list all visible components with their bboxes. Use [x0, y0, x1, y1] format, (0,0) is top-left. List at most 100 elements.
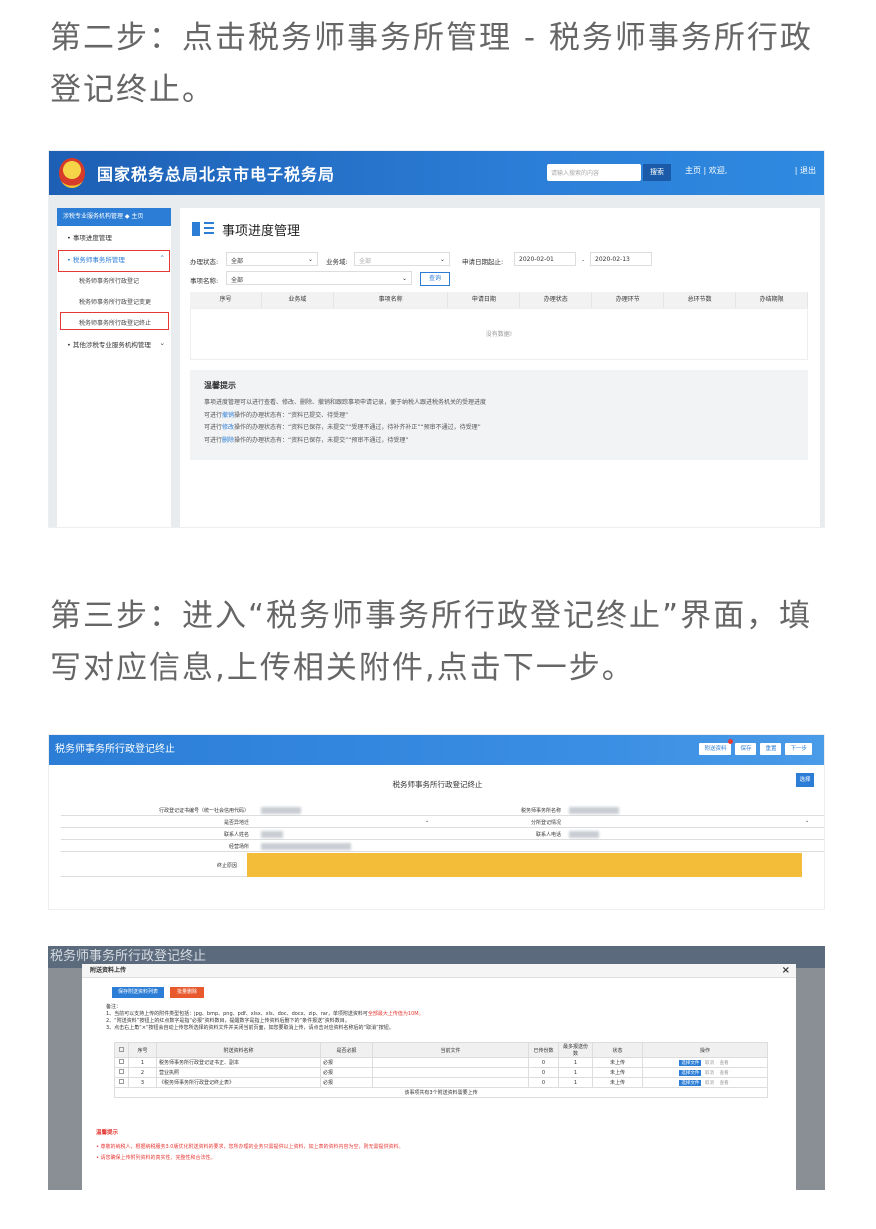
screenshot-termination-form: 税务师事务所行政登记终止 附送资料 保存 重置 下一步 税务师事务所行政登记终止… [48, 734, 825, 910]
choose-file-button[interactable]: 选择文件 [679, 1069, 702, 1076]
sidebar-header[interactable]: 涉税专业服务机构管理 ◆ 主页 [57, 208, 171, 226]
select-button[interactable]: 选择 [796, 773, 814, 787]
domain-label: 业务域: [326, 258, 348, 266]
date-label: 申请日期起止: [462, 258, 504, 266]
table-row: 3 《税务师事务所行政登记终止表》 必报 0 1 未上传 选择文件 取消 查看 [114, 1077, 768, 1088]
highlight-box [60, 312, 169, 330]
tips-title: 温馨提示 [204, 381, 236, 390]
step3-instruction: 第三步：进入“税务师事务所行政登记终止”界面，填写对应信息,上传相关附件,点击下… [50, 598, 813, 686]
search-button[interactable]: 搜索 [643, 164, 671, 181]
view-button[interactable]: 查看 [718, 1070, 731, 1076]
main-panel: 事项进度管理 办理状态: 全部 ⌄ 业务域: 全部 ⌄ 申请日期起止: 2020-0… [180, 208, 820, 527]
chevron-down-icon: ⌄ [401, 275, 407, 282]
step2-instruction: 第二步：点击税务师事务所管理 - 税务师事务所行政登记终止。 [50, 20, 813, 108]
redacted-value [261, 831, 283, 838]
form-row[interactable]: 经营场所 [61, 841, 824, 852]
chevron-down-icon: ⌄ [307, 256, 313, 263]
column-header: 办理环节 [592, 292, 665, 308]
list-icon [192, 222, 214, 236]
badge-dot-icon [728, 739, 734, 744]
next-button[interactable]: 下一步 [785, 743, 812, 755]
sidebar-item-progress[interactable]: • 事项进度管理 [57, 226, 171, 248]
termination-reason-label-cell: 终止原因 [61, 853, 247, 877]
form-row[interactable]: 是否异地迁 ⌄ 分所登记情况 ⌄ [61, 817, 824, 828]
item-name-select[interactable]: 全部 ⌄ [226, 271, 412, 285]
row-checkbox[interactable] [119, 1059, 124, 1064]
row-checkbox[interactable] [119, 1069, 124, 1074]
window-title: 税务师事务所行政登记终止 [55, 744, 175, 755]
home-welcome-link[interactable]: 主页 | 欢迎, [685, 165, 727, 176]
query-button[interactable]: 查询 [420, 272, 450, 286]
save-button[interactable]: 保存 [735, 743, 757, 755]
chevron-down-icon: ⌄ [439, 256, 445, 263]
national-emblem-icon [59, 158, 85, 188]
reset-button[interactable]: 重置 [760, 743, 782, 755]
highlight-box [58, 250, 170, 272]
table-row: 1 税务师事务所行政登记证书正、副本 必报 0 1 未上传 选择文件 取消 查看 [114, 1057, 768, 1068]
date-from-input[interactable]: 2020-02-01 [514, 252, 576, 266]
domain-select[interactable]: 全部 ⌄ [354, 252, 450, 266]
column-header: 申请日期 [448, 292, 521, 308]
form-row: 行政登记证书编号（统一社会信用代码） 税务师事务所名称 [61, 805, 824, 816]
table-header: 序号 附送资料名称 是否必报 当前文件 已传份数 最多报送份数 状态 操作 [114, 1042, 768, 1058]
close-icon[interactable]: × [782, 965, 790, 977]
page-title: 事项进度管理 [222, 224, 301, 239]
status-label: 办理状态: [190, 258, 219, 266]
sidebar-subitem-registration[interactable]: 税务师事务所行政登记 [57, 270, 171, 291]
form-title: 税务师事务所行政登记终止 [392, 780, 483, 789]
warm-tips-list: • 尊敬的纳税人，根据纳税服务3.0版优化附送资料的要求，您所办理的业务只需提供… [96, 1144, 404, 1161]
view-button[interactable]: 查看 [718, 1080, 731, 1086]
tips-panel: 温馨提示 事项进度管理可以进行查看、修改、删除、撤销和跟踪事项申请记录，便于纳税… [190, 370, 808, 460]
item-name-label: 事项名称: [190, 277, 219, 285]
attachment-table: 序号 附送资料名称 是否必报 当前文件 已传份数 最多报送份数 状态 操作 1 … [114, 1042, 768, 1098]
dialog-title: 附送资料上传 [90, 967, 127, 974]
tips-line: 可进行修改操作的办理状态有：“资料已保存，未提交”“受理不通过，待补齐补正”“预… [204, 424, 481, 431]
choose-file-button[interactable]: 选择文件 [679, 1059, 702, 1066]
attachments-button[interactable]: 附送资料 [699, 739, 734, 755]
logout-link[interactable]: | 退出 [795, 165, 816, 176]
column-header: 事项名称 [334, 292, 449, 308]
view-button[interactable]: 查看 [718, 1060, 731, 1066]
dialog-header: 附送资料上传 × [82, 964, 796, 978]
search-input[interactable]: 请输入搜索的内容 [547, 164, 641, 181]
empty-state: 没有数据! [190, 308, 808, 360]
form-row[interactable]: 联系人姓名 联系人电话 [61, 829, 824, 840]
sidebar: 涉税专业服务机构管理 ◆ 主页 • 事项进度管理 • 税务师事务所管理 ⌃ 税务… [57, 208, 171, 527]
cancel-button[interactable]: 取消 [703, 1070, 716, 1076]
redacted-value [569, 807, 619, 814]
redacted-value [261, 843, 351, 850]
cancel-button[interactable]: 取消 [703, 1060, 716, 1066]
termination-reason-input[interactable] [247, 853, 802, 877]
date-to-input[interactable]: 2020-02-13 [590, 252, 652, 266]
row-checkbox[interactable] [119, 1079, 124, 1084]
upload-dialog: 附送资料上传 × 保存附送资料列表 批量删除 备注： 1、当前可以支持上传的附件… [82, 964, 796, 1190]
column-header: 办理状态 [520, 292, 593, 308]
batch-delete-button[interactable]: 批量删除 [170, 987, 204, 998]
sidebar-subitem-change[interactable]: 税务师事务所行政登记变更 [57, 291, 171, 312]
notes: 备注： 1、当前可以支持上传的附件类型包括：jpg、bmp、png、pdf、xl… [106, 1004, 424, 1031]
screenshot-progress-management: 国家税务总局北京市电子税务局 请输入搜索的内容 搜索 主页 | 欢迎, | 退出… [48, 150, 825, 528]
table-row: 2 营业执照 必报 0 1 未上传 选择文件 取消 查看 [114, 1067, 768, 1078]
tips-line: 可进行撤销操作的办理状态有：“资料已提交、待受理” [204, 411, 349, 419]
redacted-value [261, 807, 301, 814]
column-header: 序号 [190, 292, 262, 308]
choose-file-button[interactable]: 选择文件 [679, 1079, 702, 1086]
cancel-button[interactable]: 取消 [703, 1080, 716, 1086]
status-select[interactable]: 全部 ⌄ [226, 252, 318, 266]
column-header: 业务域 [262, 292, 334, 308]
tips-line: 事项进度管理可以进行查看、修改、删除、撤销和跟踪事项申请记录，便于纳税人跟进税务… [204, 399, 487, 406]
chevron-down-icon: ⌄ [425, 818, 430, 824]
sidebar-item-other[interactable]: • 其他涉税专业服务机构管理 ⌄ [57, 333, 171, 355]
site-header: 国家税务总局北京市电子税务局 请输入搜索的内容 搜索 主页 | 欢迎, | 退出 [49, 151, 824, 195]
table-footer: 该事项共有3个附送资料需要上传 [114, 1087, 768, 1098]
chevron-down-icon: ⌄ [805, 818, 810, 824]
chevron-down-icon: ⌄ [159, 339, 165, 347]
warm-tips-title: 温馨提示 [96, 1130, 119, 1136]
screenshot-attachment-upload: 税务师事务所行政登记终止 附送资料上传 × 保存附送资料列表 批量删除 备注： … [48, 946, 825, 1190]
tips-line: 可进行删除操作的办理状态有：“资料已保存，未提交”“预审不通过，待受理” [204, 436, 409, 444]
date-separator: - [582, 256, 585, 264]
select-all-checkbox[interactable] [119, 1046, 124, 1052]
table-header: 序号 业务域 事项名称 申请日期 办理状态 办理环节 总环节数 办结期限 [190, 292, 809, 308]
save-list-button[interactable]: 保存附送资料列表 [112, 987, 164, 998]
window-title-bar: 税务师事务所行政登记终止 附送资料 保存 重置 下一步 [49, 735, 824, 765]
